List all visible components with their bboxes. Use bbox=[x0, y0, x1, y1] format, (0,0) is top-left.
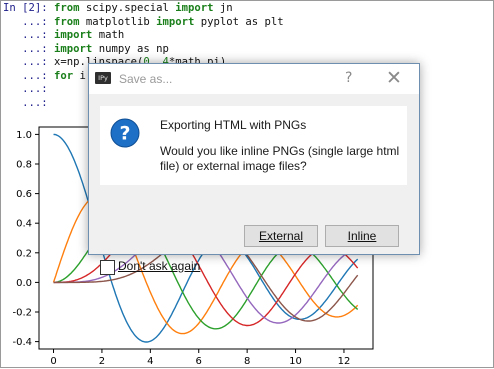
code-token: import bbox=[54, 42, 99, 55]
message-body: Would you like inline PNGs (single large… bbox=[160, 144, 400, 173]
message-heading: Exporting HTML with PNGs bbox=[160, 118, 307, 132]
prompt: ...: bbox=[3, 29, 55, 41]
dont-ask-again-label[interactable]: Don't ask again bbox=[118, 259, 200, 273]
code-token: from bbox=[54, 15, 86, 28]
y-tick-label: 0.2 bbox=[16, 248, 32, 259]
code-line: ...: import numpy as np bbox=[3, 43, 169, 57]
y-tick-label: 0.8 bbox=[16, 160, 32, 171]
code-token: jn bbox=[219, 2, 233, 14]
inline-button[interactable]: Inline bbox=[325, 225, 399, 247]
x-tick-label: 6 bbox=[196, 356, 202, 367]
prompt: ...: bbox=[3, 15, 55, 28]
code-token: scipy.special bbox=[85, 2, 176, 14]
x-tick-label: 0 bbox=[50, 356, 56, 367]
x-tick-label: 8 bbox=[244, 356, 250, 367]
code-token: for bbox=[54, 69, 80, 82]
y-tick-label: -0.2 bbox=[12, 308, 32, 319]
code-line: In [2]: from scipy.special import jn bbox=[3, 2, 233, 16]
code-line: ...: for i i bbox=[3, 70, 99, 84]
code-line: ...: import math bbox=[3, 29, 124, 43]
save-as-dialog: IPy Save as... ? ✕ ? Exporting HTML with… bbox=[88, 63, 420, 275]
dont-ask-again-checkbox[interactable] bbox=[100, 260, 115, 275]
y-tick-label: 1.0 bbox=[16, 130, 32, 141]
prompt: ...: bbox=[3, 83, 55, 95]
question-icon: ? bbox=[110, 118, 140, 148]
code-line: ...: bbox=[3, 83, 54, 97]
help-icon[interactable]: ? bbox=[345, 70, 352, 86]
x-tick-label: 4 bbox=[147, 356, 153, 367]
ipython-app-icon: IPy bbox=[95, 72, 111, 84]
code-token: matplotlib bbox=[85, 15, 157, 28]
inline-button-label: Inline bbox=[347, 229, 377, 243]
x-tick-label: 2 bbox=[99, 356, 105, 367]
code-token: pyplot as plt bbox=[200, 15, 284, 28]
prompt: In [2]: bbox=[3, 2, 55, 14]
prompt: ...: bbox=[3, 42, 55, 55]
y-tick-label: 0.4 bbox=[16, 219, 32, 230]
dialog-content: ? Exporting HTML with PNGs Would you lik… bbox=[89, 94, 419, 275]
code-token: math bbox=[98, 29, 125, 41]
code-line: ...: from matplotlib import pyplot as pl… bbox=[3, 16, 284, 30]
checkbox-label-text: Don't ask again bbox=[118, 259, 201, 273]
code-token: numpy as np bbox=[98, 42, 169, 55]
close-icon[interactable]: ✕ bbox=[386, 67, 402, 89]
y-tick-label: 0.6 bbox=[16, 189, 32, 200]
prompt: ...: bbox=[3, 56, 55, 68]
code-token: import bbox=[156, 15, 201, 28]
y-tick-label: -0.4 bbox=[12, 337, 32, 348]
code-token: import bbox=[54, 29, 99, 41]
dialog-titlebar[interactable]: IPy Save as... ? ✕ bbox=[89, 64, 419, 94]
dialog-title: Save as... bbox=[119, 72, 173, 86]
x-tick-label: 12 bbox=[338, 356, 351, 367]
prompt: ...: bbox=[3, 69, 55, 82]
x-tick-label: 10 bbox=[289, 356, 302, 367]
svg-text:?: ? bbox=[119, 123, 130, 145]
message-area: ? Exporting HTML with PNGs Would you lik… bbox=[100, 106, 407, 185]
code-token: from bbox=[54, 2, 86, 14]
code-token: import bbox=[175, 2, 220, 14]
external-button-label: External bbox=[258, 229, 304, 243]
y-tick-label: 0.0 bbox=[16, 278, 32, 289]
external-button[interactable]: External bbox=[244, 225, 318, 247]
